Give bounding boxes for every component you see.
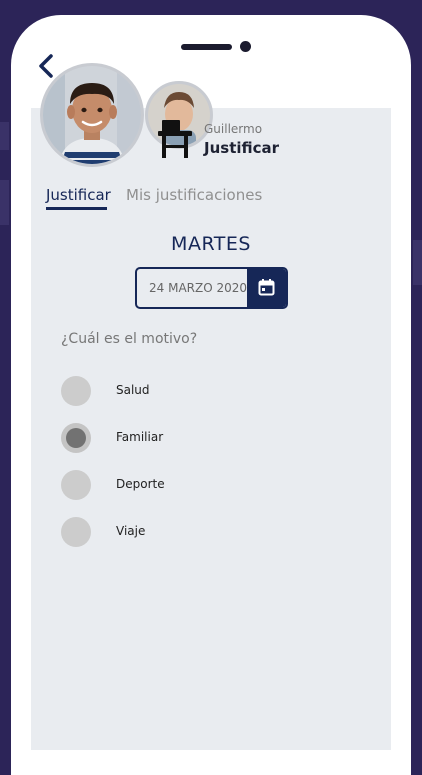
- radio-viaje[interactable]: [61, 517, 91, 547]
- phone-side-button: [0, 122, 9, 150]
- tab-mis-justificaciones[interactable]: Mis justificaciones: [126, 186, 262, 204]
- radio-familiar[interactable]: [61, 423, 91, 453]
- date-picker[interactable]: 24 MARZO 2020: [135, 267, 288, 309]
- day-heading: MARTES: [171, 233, 251, 255]
- calendar-button[interactable]: [247, 269, 286, 307]
- phone-side-button: [413, 240, 422, 285]
- option-label-salud[interactable]: Salud: [116, 383, 150, 397]
- date-value[interactable]: 24 MARZO 2020: [149, 281, 247, 295]
- active-tab-indicator: [46, 207, 107, 210]
- phone-side-button: [0, 180, 9, 225]
- phone-speaker: [181, 44, 232, 50]
- tab-justificar[interactable]: Justificar: [46, 186, 111, 204]
- radio-deporte[interactable]: [61, 470, 91, 500]
- school-desk-icon: [158, 120, 192, 158]
- phone-camera: [240, 41, 251, 52]
- reason-question: ¿Cuál es el motivo?: [61, 331, 198, 347]
- page-title: Justificar: [204, 139, 280, 157]
- option-label-familiar[interactable]: Familiar: [116, 430, 163, 444]
- student-name: Guillermo: [204, 122, 263, 136]
- option-label-deporte[interactable]: Deporte: [116, 477, 165, 491]
- student-avatar[interactable]: [40, 63, 144, 167]
- radio-salud[interactable]: [61, 376, 91, 406]
- calendar-icon: [258, 279, 275, 296]
- option-label-viaje[interactable]: Viaje: [116, 524, 145, 538]
- radio-selected-dot: [66, 428, 86, 448]
- back-arrow-icon[interactable]: [36, 53, 58, 79]
